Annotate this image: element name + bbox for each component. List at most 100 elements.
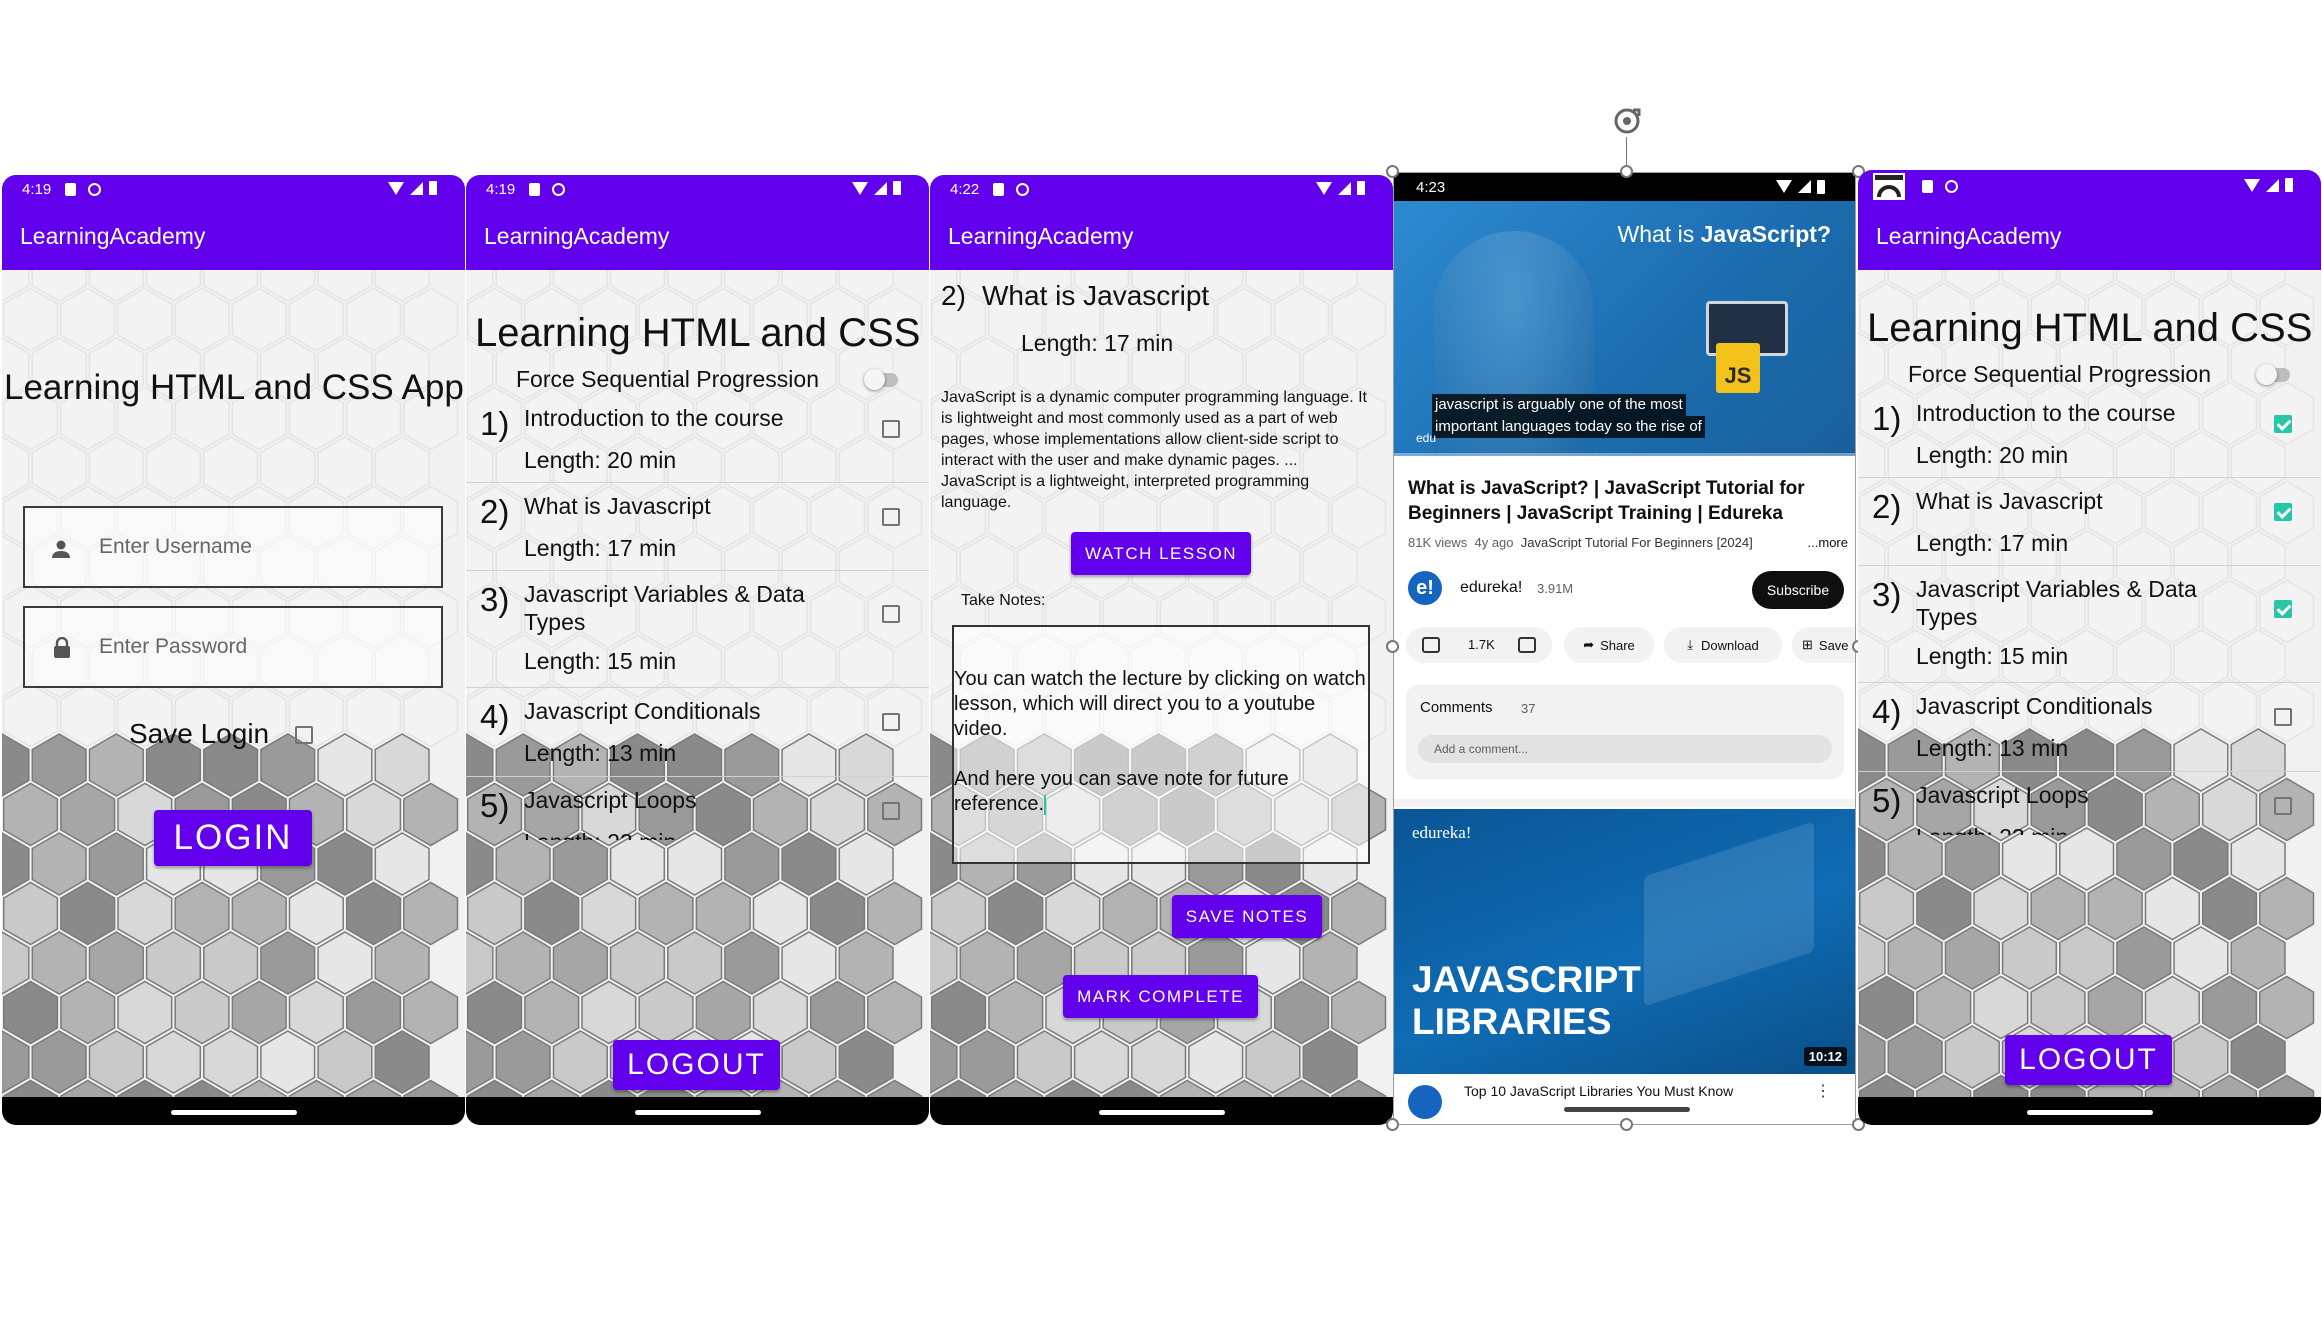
- add-comment-input[interactable]: Add a comment...: [1418, 735, 1832, 763]
- lesson-number: 3): [1872, 576, 1902, 613]
- more-options-icon[interactable]: ⋮: [1815, 1081, 1831, 1101]
- lesson-complete-checkbox[interactable]: [2274, 797, 2292, 815]
- wifi-icon: [2244, 178, 2260, 192]
- status-time: 4:23: [1416, 178, 1446, 196]
- lesson-title: What is Javascript: [982, 280, 1210, 311]
- nav-bar: [2, 1097, 465, 1125]
- password-input[interactable]: Enter Password: [99, 635, 247, 659]
- like-dislike-group: 1.7K: [1406, 627, 1552, 663]
- lesson-title[interactable]: What is Javascript: [524, 492, 844, 520]
- next-video-channel-avatar[interactable]: [1408, 1085, 1442, 1119]
- status-time: 4:19: [486, 180, 516, 198]
- home-gesture-bar[interactable]: [634, 1110, 761, 1115]
- share-button[interactable]: ➦ Share: [1564, 627, 1654, 663]
- lesson-number: 5): [1872, 782, 1902, 819]
- lesson-divider: [1858, 682, 2321, 683]
- status-bar: 4:19: [466, 175, 929, 203]
- nav-bar: [466, 1097, 929, 1125]
- subscribe-button[interactable]: Subscribe: [1752, 571, 1844, 609]
- more-link[interactable]: ...more: [1801, 535, 1848, 550]
- battery-icon: [893, 181, 901, 195]
- home-gesture-bar[interactable]: [2026, 1110, 2153, 1115]
- lesson-complete-checkbox[interactable]: [882, 713, 900, 731]
- notes-textarea[interactable]: You can watch the lecture by clicking on…: [952, 625, 1370, 864]
- next-video-title[interactable]: Top 10 JavaScript Libraries You Must Kno…: [1464, 1083, 1733, 1099]
- username-field[interactable]: Enter Username: [23, 506, 443, 588]
- lesson-title[interactable]: Javascript Variables & Data Types: [524, 580, 844, 636]
- login-button[interactable]: LOGIN: [154, 810, 312, 866]
- watch-lesson-button[interactable]: WATCH LESSON: [1071, 532, 1251, 575]
- next-video-thumbnail[interactable]: edureka! JAVASCRIPT LIBRARIES 10:12: [1394, 809, 1855, 1074]
- download-button[interactable]: ⤓ Download: [1664, 627, 1782, 663]
- lesson-number: 4): [480, 698, 510, 735]
- lesson-list: Learning HTML and CSS Force Sequential P…: [466, 270, 929, 1097]
- lesson-detail-content: 2) What is Javascript Length: 17 min Jav…: [930, 270, 1393, 1097]
- lesson-title[interactable]: Javascript Variables & Data Types: [1916, 575, 2236, 631]
- comments-card[interactable]: Comments 37 Add a comment...: [1406, 685, 1844, 779]
- video-player[interactable]: What is JavaScript? JS javascript is arg…: [1394, 201, 1855, 456]
- lesson-complete-checkbox[interactable]: [882, 508, 900, 526]
- nav-bar: [930, 1097, 1393, 1125]
- nav-bar: [1858, 1097, 2321, 1125]
- lesson-title[interactable]: Javascript Loops: [1916, 781, 2236, 809]
- lesson-divider: [466, 482, 929, 483]
- force-sequential-toggle[interactable]: [2256, 364, 2290, 385]
- channel-name[interactable]: edureka!: [1460, 579, 1522, 597]
- lesson-length: Length: 17 min: [524, 535, 677, 561]
- lesson-title[interactable]: What is Javascript: [1916, 487, 2236, 515]
- video-caption: javascript is arguably one of the most i…: [1432, 394, 1705, 438]
- app-bar-title: LearningAcademy: [1858, 203, 2321, 270]
- isometric-desk-illustration: [1644, 821, 1814, 1007]
- lesson-number: 4): [1872, 693, 1902, 730]
- comments-label: Comments: [1420, 699, 1493, 716]
- lesson-title[interactable]: Javascript Conditionals: [1916, 692, 2236, 720]
- logout-button[interactable]: LOGOUT: [2005, 1035, 2172, 1085]
- app-bar-title: LearningAcademy: [2, 203, 465, 270]
- video-heading: What is JavaScript?: [1617, 221, 1831, 247]
- lesson-complete-checkbox[interactable]: [882, 802, 900, 820]
- feed-divider: [1394, 799, 1855, 807]
- status-bar: [1858, 170, 2321, 203]
- selection-handle-bottom-center[interactable]: [1620, 1118, 1633, 1131]
- home-gesture-bar[interactable]: [1564, 1107, 1690, 1112]
- lesson-length: Length: 23 min: [524, 829, 676, 840]
- mark-complete-button[interactable]: MARK COMPLETE: [1063, 975, 1258, 1018]
- save-notes-button[interactable]: SAVE NOTES: [1172, 895, 1322, 938]
- selection-handle-top-left[interactable]: [1386, 165, 1399, 178]
- home-gesture-bar[interactable]: [1098, 1110, 1225, 1115]
- lesson-complete-checkbox[interactable]: [2274, 708, 2292, 726]
- selection-handle-top-center[interactable]: [1620, 165, 1633, 178]
- take-notes-label: Take Notes:: [961, 592, 1046, 609]
- lesson-complete-checkbox[interactable]: [882, 420, 900, 438]
- page-title: Learning HTML and CSS App: [4, 368, 464, 407]
- channel-avatar[interactable]: e!: [1408, 571, 1442, 605]
- lesson-complete-checkbox[interactable]: [2274, 415, 2292, 433]
- lesson-length: Length: 17 min: [1916, 530, 2069, 556]
- lesson-title[interactable]: Javascript Conditionals: [524, 697, 844, 725]
- home-gesture-bar[interactable]: [170, 1110, 297, 1115]
- username-input[interactable]: Enter Username: [99, 535, 252, 559]
- selection-rotate-handle[interactable]: [1610, 104, 1644, 138]
- wifi-icon: [852, 181, 868, 195]
- lesson-complete-checkbox[interactable]: [2274, 503, 2292, 521]
- selection-handle-middle-left[interactable]: [1386, 640, 1399, 653]
- lesson-title[interactable]: Introduction to the course: [524, 404, 844, 432]
- like-icon[interactable]: [1422, 637, 1440, 653]
- status-time: 4:22: [950, 180, 980, 198]
- save-login-checkbox[interactable]: [295, 726, 313, 744]
- force-sequential-toggle[interactable]: [864, 369, 898, 390]
- logout-button[interactable]: LOGOUT: [613, 1040, 780, 1090]
- lesson-complete-checkbox[interactable]: [882, 605, 900, 623]
- battery-icon: [1817, 180, 1825, 194]
- lesson-complete-checkbox[interactable]: [2274, 600, 2292, 618]
- save-button[interactable]: ⊞ Save: [1792, 627, 1855, 663]
- password-field[interactable]: Enter Password: [23, 606, 443, 688]
- lesson-divider: [1858, 477, 2321, 478]
- selection-handle-bottom-left[interactable]: [1386, 1118, 1399, 1131]
- signal-icon: [2266, 178, 2279, 192]
- video-progress-bar[interactable]: [1394, 453, 1855, 456]
- app-bar-title: LearningAcademy: [466, 203, 929, 270]
- dislike-icon[interactable]: [1518, 637, 1536, 653]
- lesson-title[interactable]: Introduction to the course: [1916, 399, 2236, 427]
- lesson-title[interactable]: Javascript Loops: [524, 786, 844, 814]
